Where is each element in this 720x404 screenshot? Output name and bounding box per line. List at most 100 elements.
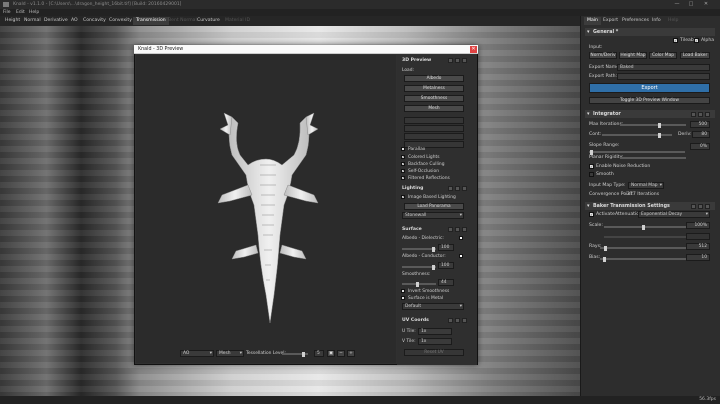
slider-knob[interactable] bbox=[604, 245, 607, 251]
noise-reduction-checkbox[interactable]: ✓ bbox=[589, 164, 594, 169]
bias-slider[interactable] bbox=[600, 256, 686, 262]
scale-slider[interactable] bbox=[604, 224, 686, 230]
smoothness-slider[interactable] bbox=[402, 281, 436, 287]
screenshot-icon[interactable]: ▣ bbox=[327, 350, 335, 357]
load-albedo-button[interactable]: Albedo bbox=[404, 75, 464, 82]
slider-knob[interactable] bbox=[658, 122, 661, 128]
load-preset-icon[interactable] bbox=[462, 186, 467, 191]
load-panorama-button[interactable]: Load Panorama bbox=[404, 203, 464, 210]
surface-preset-dropdown[interactable]: Default bbox=[402, 303, 464, 310]
load-mesh-button[interactable]: Mesh bbox=[404, 105, 464, 112]
maximize-button[interactable]: □ bbox=[684, 1, 698, 8]
load-smoothness-button[interactable]: Smoothness bbox=[404, 95, 464, 102]
albedo-conductor-slider[interactable] bbox=[402, 264, 436, 270]
v-tile-field[interactable]: 1x bbox=[418, 338, 452, 345]
deriv-field[interactable]: 80 bbox=[692, 131, 710, 138]
height-map-button[interactable]: Height Map bbox=[619, 52, 647, 59]
albedo-dielectric-slider[interactable] bbox=[402, 246, 436, 252]
colored-lights-checkbox[interactable]: ✓ bbox=[401, 155, 405, 159]
lighting-header[interactable]: Lighting bbox=[400, 186, 468, 193]
tab-help[interactable]: Help bbox=[665, 17, 681, 25]
tab-convexity[interactable]: Convexity bbox=[106, 17, 135, 25]
activate-checkbox[interactable]: ✓ bbox=[589, 212, 594, 217]
self-occlusion-checkbox[interactable]: ✓ bbox=[401, 169, 405, 173]
export-name-field[interactable]: Baked bbox=[617, 64, 710, 71]
slope-range-field[interactable]: 0% bbox=[690, 143, 710, 150]
menu-file[interactable]: File bbox=[3, 10, 11, 15]
slider-knob[interactable] bbox=[642, 224, 645, 230]
integrator-section-header[interactable]: ▾ Integrator bbox=[585, 110, 715, 118]
save-preset-icon[interactable] bbox=[698, 203, 703, 209]
backface-culling-checkbox[interactable]: ✓ bbox=[401, 162, 405, 166]
tab-preferences[interactable]: Preferences bbox=[619, 17, 652, 25]
attenuation-dropdown[interactable]: Exponential Decay bbox=[638, 211, 710, 218]
slider-knob[interactable] bbox=[603, 256, 606, 262]
preview-mesh-dropdown[interactable]: Mesh bbox=[216, 350, 244, 357]
baker-transmission-section-header[interactable]: ▾ Baker Transmission Settings bbox=[585, 202, 715, 210]
preview-close-button[interactable]: ✕ bbox=[470, 46, 477, 53]
tab-material-id[interactable]: Material ID bbox=[222, 17, 253, 25]
general-section-header[interactable]: ▾ General * bbox=[585, 28, 715, 36]
minimize-button[interactable]: — bbox=[670, 1, 684, 8]
tessellation-field[interactable]: 5 bbox=[314, 350, 324, 357]
tileable-checkbox[interactable]: ✓ bbox=[673, 38, 678, 43]
reset-icon[interactable] bbox=[448, 58, 453, 63]
reset-icon[interactable] bbox=[448, 186, 453, 191]
menu-edit[interactable]: Edit bbox=[16, 10, 25, 15]
load-preset-icon[interactable] bbox=[705, 111, 710, 117]
preview-map-dropdown[interactable]: AO bbox=[180, 350, 214, 357]
albedo-conductor-swatch[interactable] bbox=[459, 254, 463, 258]
load-preset-icon[interactable] bbox=[462, 58, 467, 63]
preview-3d-canvas[interactable] bbox=[136, 55, 396, 345]
save-preset-icon[interactable] bbox=[455, 318, 460, 323]
surface-header[interactable]: Surface bbox=[400, 227, 468, 234]
tab-concavity[interactable]: Concavity bbox=[80, 17, 109, 25]
slider-knob[interactable] bbox=[416, 281, 419, 287]
slider-knob[interactable] bbox=[432, 246, 435, 252]
albedo-conductor-field[interactable]: 100 bbox=[438, 262, 454, 269]
norm-deriv-button[interactable]: Norm/Deriv bbox=[589, 52, 617, 59]
tab-height[interactable]: Height bbox=[2, 17, 23, 25]
u-tile-field[interactable]: 1x bbox=[418, 328, 452, 335]
tab-main[interactable]: Main bbox=[584, 17, 601, 25]
tab-transmission[interactable]: Transmission bbox=[133, 17, 169, 25]
color-map-button[interactable]: Color Map bbox=[649, 52, 677, 59]
export-button[interactable]: Export bbox=[589, 83, 710, 93]
save-preset-icon[interactable] bbox=[698, 111, 703, 117]
tab-ao[interactable]: AO bbox=[68, 17, 81, 25]
bias-field[interactable]: 10 bbox=[686, 254, 710, 261]
load-preset-icon[interactable] bbox=[705, 203, 710, 209]
tab-export[interactable]: Export bbox=[600, 17, 621, 25]
filtered-reflections-checkbox[interactable]: ✓ bbox=[401, 176, 405, 180]
rays-field[interactable]: 512 bbox=[686, 243, 710, 250]
cont-deriv-slider[interactable] bbox=[602, 132, 672, 138]
reset-uv-button[interactable]: Reset UV bbox=[404, 349, 464, 356]
load-preset-icon[interactable] bbox=[462, 318, 467, 323]
smooth-checkbox[interactable] bbox=[589, 172, 594, 177]
slider-knob[interactable] bbox=[302, 351, 305, 357]
save-preset-icon[interactable] bbox=[455, 227, 460, 232]
tab-curvature[interactable]: Curvature bbox=[194, 17, 223, 25]
invert-smoothness-checkbox[interactable] bbox=[401, 289, 405, 293]
zoom-out-icon[interactable]: − bbox=[337, 350, 345, 357]
panorama-dropdown[interactable]: Stonewall bbox=[402, 212, 464, 219]
toggle-3d-preview-button[interactable]: Toggle 3D Preview Window bbox=[589, 97, 710, 104]
slider-knob[interactable] bbox=[658, 132, 661, 138]
albedo-dielectric-swatch[interactable] bbox=[459, 236, 463, 240]
export-path-field[interactable] bbox=[617, 73, 710, 80]
parallax-checkbox[interactable] bbox=[401, 147, 405, 151]
reset-icon[interactable] bbox=[691, 203, 696, 209]
input-map-type-dropdown[interactable]: Normal Map bbox=[628, 182, 664, 189]
surface-metal-checkbox[interactable] bbox=[401, 296, 405, 300]
max-iterations-field[interactable]: 500 bbox=[690, 121, 710, 128]
close-button[interactable]: ✕ bbox=[699, 1, 713, 8]
menu-help[interactable]: Help bbox=[29, 10, 39, 15]
albedo-dielectric-field[interactable]: 100 bbox=[438, 244, 454, 251]
uv-coords-header[interactable]: UV Coords bbox=[400, 318, 468, 325]
slope-range-slider[interactable] bbox=[589, 149, 685, 155]
save-preset-icon[interactable] bbox=[455, 186, 460, 191]
ibl-checkbox[interactable]: ✓ bbox=[401, 195, 405, 199]
tab-info[interactable]: Info bbox=[649, 17, 664, 25]
smoothness-field[interactable]: 44 bbox=[438, 279, 454, 286]
load-metalness-button[interactable]: Metalness bbox=[404, 85, 464, 92]
